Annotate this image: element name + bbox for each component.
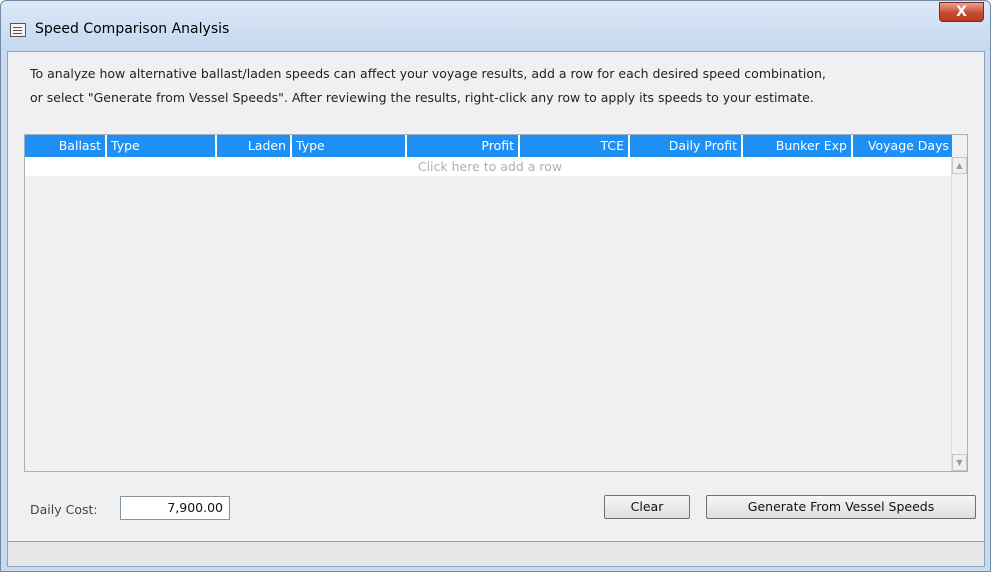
vertical-scrollbar[interactable]: ▲ ▼ [951,157,967,471]
daily-cost-field[interactable]: 7,900.00 [120,496,230,520]
column-header-laden-type[interactable]: Type [292,135,407,157]
add-row-placeholder[interactable]: Click here to add a row [25,157,955,176]
scroll-up-arrow-icon[interactable]: ▲ [952,157,967,174]
status-bar [7,541,985,567]
close-button[interactable]: X [939,2,984,22]
dialog-body: To analyze how alternative ballast/laden… [7,51,985,567]
column-header-daily-profit[interactable]: Daily Profit [630,135,743,157]
speed-comparison-grid: Ballast Type Laden Type Profit TCE Daily… [24,134,968,472]
column-header-laden[interactable]: Laden [217,135,292,157]
clear-button[interactable]: Clear [604,495,690,519]
column-header-ballast[interactable]: Ballast [25,135,107,157]
instructions-line-2: or select "Generate from Vessel Speeds".… [30,90,814,105]
column-header-voyage-days[interactable]: Voyage Days [853,135,955,157]
title-bar[interactable]: Speed Comparison Analysis X [1,1,990,51]
window-title: Speed Comparison Analysis [35,21,230,37]
header-scroll-corner [952,135,967,157]
column-header-profit[interactable]: Profit [407,135,520,157]
generate-from-vessel-speeds-button[interactable]: Generate From Vessel Speeds [706,495,976,519]
instructions-text: To analyze how alternative ballast/laden… [30,62,970,110]
daily-cost-label: Daily Cost: [30,502,98,517]
column-header-bunker-exp[interactable]: Bunker Exp [743,135,853,157]
grid-header: Ballast Type Laden Type Profit TCE Daily… [25,135,955,157]
window-menu-icon[interactable] [10,23,26,37]
speed-comparison-window: Speed Comparison Analysis X To analyze h… [0,0,991,572]
column-header-tce[interactable]: TCE [520,135,630,157]
column-header-ballast-type[interactable]: Type [107,135,217,157]
instructions-line-1: To analyze how alternative ballast/laden… [30,66,826,81]
scroll-down-arrow-icon[interactable]: ▼ [952,454,967,471]
